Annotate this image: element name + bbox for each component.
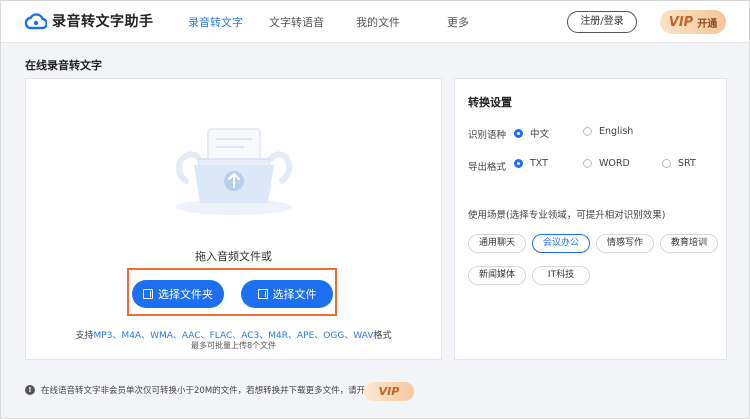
cloud-icon: [25, 13, 47, 30]
scene-tag-education[interactable]: 教育培训: [660, 234, 718, 253]
scene-tag-news[interactable]: 新闻媒体: [468, 266, 526, 285]
nav-text-to-speech[interactable]: 文字转语音: [269, 14, 324, 30]
radio-label: TXT: [530, 158, 548, 169]
nav-my-files[interactable]: 我的文件: [356, 14, 400, 30]
drop-hint: 拖入音频文件或: [195, 250, 272, 263]
radio-dot: [662, 159, 671, 168]
scene-tag-it[interactable]: IT科技: [532, 266, 590, 285]
radio-format-txt[interactable]: TXT: [514, 158, 548, 169]
app-logo[interactable]: 录音转文字助手: [25, 11, 154, 31]
choose-file-label: 选择文件: [272, 288, 317, 301]
radio-label: WORD: [599, 158, 630, 169]
scene-tag-writing[interactable]: 情感写作: [596, 234, 654, 253]
upload-limit: 最多可批量上传8个文件: [190, 341, 277, 350]
scene-tag-meeting[interactable]: 会议办公: [532, 234, 590, 253]
nav-more[interactable]: 更多: [447, 14, 469, 30]
radio-format-word[interactable]: WORD: [583, 158, 630, 169]
vip-label: VIP: [668, 14, 694, 30]
radio-language-chinese[interactable]: 中文: [514, 126, 549, 140]
notice-text: 在线语音转文字非会员单次仅可转换小于20M的文件，若想转换并下载更多文件，请开通: [41, 386, 374, 396]
open-label: 开通: [697, 18, 718, 30]
upload-panel[interactable]: 拖入音频文件或 选择文件夹 选择文件 支持MP3、M4A、WMA、AAC、FLA…: [25, 78, 442, 360]
top-header: 录音转文字助手 录音转文字 文字转语音 我的文件 更多 注册/登录 VIP 开通: [1, 1, 749, 43]
upload-illustration-icon: [175, 128, 293, 215]
radio-dot: [583, 159, 592, 168]
app-name: 录音转文字助手: [52, 14, 154, 30]
nav-audio-to-text[interactable]: 录音转文字: [188, 14, 243, 30]
folder-upload-icon: [143, 289, 153, 299]
settings-title: 转换设置: [468, 96, 512, 109]
format-label: 导出格式: [468, 162, 507, 173]
radio-dot: [514, 128, 523, 138]
radio-label: 中文: [530, 129, 550, 140]
choose-folder-button[interactable]: 选择文件夹: [132, 280, 224, 308]
radio-dot: [583, 127, 592, 136]
scene-label: 使用场景(选择专业领域，可提升相对识别效果): [468, 210, 666, 221]
page-title: 在线录音转文字: [25, 59, 102, 72]
notice-vip-button[interactable]: VIP: [364, 382, 414, 401]
radio-format-srt[interactable]: SRT: [662, 158, 696, 169]
member-notice: ! 在线语音转文字非会员单次仅可转换小于20M的文件，若想转换并下载更多文件，请…: [25, 384, 374, 396]
file-upload-icon: [257, 289, 268, 299]
choose-file-button[interactable]: 选择文件: [241, 280, 333, 308]
vip-open-button[interactable]: VIP 开通: [660, 10, 726, 34]
radio-dot: [514, 159, 523, 168]
login-button[interactable]: 注册/登录: [567, 11, 637, 33]
language-label: 识别语种: [468, 130, 507, 141]
info-icon: !: [25, 385, 35, 395]
settings-panel: 转换设置 识别语种 中文 English 导出格式 TXT WORD SRT 使…: [454, 78, 727, 360]
choose-folder-label: 选择文件夹: [158, 288, 213, 301]
radio-label: English: [599, 126, 634, 137]
radio-label: SRT: [678, 158, 696, 169]
scene-tag-chat[interactable]: 通用聊天: [468, 234, 526, 253]
radio-language-english[interactable]: English: [583, 126, 633, 137]
